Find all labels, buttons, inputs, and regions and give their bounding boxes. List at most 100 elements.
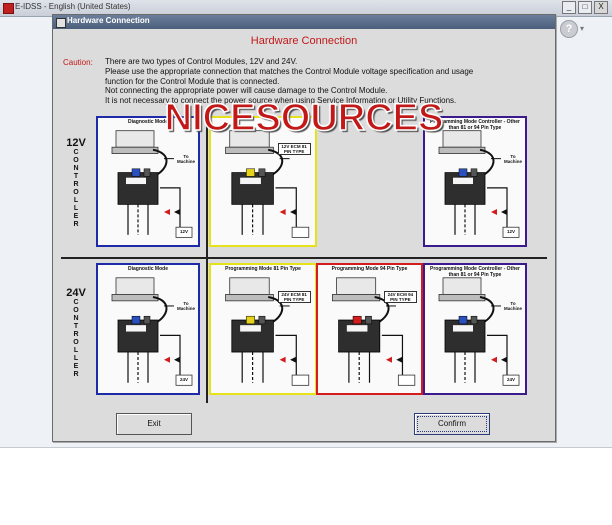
battery-voltage-label: 24V	[506, 377, 515, 382]
interface-box-icon	[338, 319, 381, 353]
connector-plug-icon	[131, 168, 141, 177]
battery-voltage-label: 24V	[179, 377, 188, 382]
caution-line: Please use the appropriate connection th…	[105, 66, 474, 76]
laptop-screen-icon	[115, 277, 155, 295]
caution-line: function for the Control Module that is …	[105, 76, 280, 86]
dialog-icon	[56, 18, 66, 28]
laptop-screen-icon	[336, 277, 377, 295]
connector-plug-icon	[246, 168, 255, 177]
battery-voltage-label: 12V	[179, 229, 188, 235]
exit-button[interactable]: Exit	[116, 413, 192, 435]
controller-vertical-label: CONTROLLER	[73, 299, 79, 378]
interface-box-icon	[444, 319, 486, 353]
confirm-button[interactable]: Confirm	[414, 413, 490, 435]
ecm-type-label: 12V ECM 81 PIN TYPE	[277, 143, 311, 156]
red-clip-icon	[164, 208, 170, 215]
black-clip-icon	[174, 208, 180, 215]
chevron-down-icon[interactable]: ▾	[580, 24, 584, 33]
to-machine-label: To Machine	[176, 153, 195, 164]
red-clip-icon	[279, 356, 286, 363]
connector-plug-icon	[143, 168, 151, 177]
red-clip-icon	[385, 356, 392, 363]
maximize-button[interactable]: □	[578, 1, 592, 14]
laptop-base-icon	[111, 294, 159, 302]
interface-box-icon	[231, 319, 274, 353]
power-cable	[275, 334, 297, 378]
panel-24v-programming-94[interactable]: Programming Mode 94 Pin Type 24V ECM 94 P…	[316, 263, 423, 395]
close-button[interactable]: X	[594, 1, 608, 14]
black-clip-icon	[174, 356, 180, 363]
laptop-base-icon	[225, 294, 274, 302]
power-cable	[381, 334, 404, 378]
ecm-type-label: 24V ECM 81 PIN TYPE	[277, 290, 311, 303]
interface-label-plate	[240, 325, 261, 332]
black-clip-icon	[501, 208, 507, 215]
help-icon[interactable]: ?	[560, 20, 578, 38]
panel-24v-programming-81[interactable]: Programming Mode 81 Pin Type 24V ECM 81 P…	[209, 263, 317, 395]
interface-label-plate	[240, 177, 261, 185]
wiring-diagram	[438, 277, 520, 386]
power-cable	[160, 187, 181, 230]
caution-label: Caution:	[63, 58, 93, 67]
interface-label-plate	[126, 325, 146, 332]
connector-plug-icon	[258, 168, 266, 177]
app-title: E-IDSS - English (United States)	[15, 2, 131, 11]
black-clip-icon	[501, 356, 507, 363]
laptop-base-icon	[438, 294, 486, 302]
app-logo-icon	[3, 3, 14, 14]
connector-plug-icon	[365, 315, 372, 325]
interface-label-plate	[453, 177, 473, 185]
connector-plug-icon	[258, 315, 266, 325]
connector-plug-icon	[470, 315, 478, 325]
battery-icon	[291, 226, 310, 238]
connector-plug-icon	[470, 168, 478, 177]
row-label-12v: 12V CONTROLLER	[63, 137, 89, 229]
laptop-base-icon	[438, 146, 486, 154]
connector-plug-icon	[458, 168, 468, 177]
power-cable	[275, 187, 297, 230]
panel-24v-diagnostic[interactable]: Diagnostic Mode 24V To Machine	[96, 263, 200, 395]
red-clip-icon	[491, 356, 497, 363]
hardware-connection-dialog: Hardware Connection Hardware Connection …	[52, 14, 556, 442]
red-clip-icon	[491, 208, 497, 215]
laptop-base-icon	[111, 146, 159, 154]
wiring-diagram	[332, 277, 416, 386]
connector-plug-icon	[352, 315, 362, 325]
panel-24v-programming-other[interactable]: Programming Mode Controller - Other than…	[423, 263, 527, 395]
grid-horizontal-divider	[61, 257, 547, 259]
connector-plug-icon	[246, 315, 255, 325]
dialog-title: Hardware Connection	[67, 16, 150, 25]
interface-box-icon	[117, 319, 159, 353]
dialog-titlebar: Hardware Connection	[53, 15, 555, 29]
minimize-button[interactable]: _	[562, 1, 576, 14]
interface-label-plate	[453, 325, 473, 332]
to-machine-label: To Machine	[503, 153, 522, 164]
ecm-type-label: 24V ECM 94 PIN TYPE	[383, 290, 417, 303]
connector-plug-icon	[131, 315, 141, 325]
to-machine-label: To Machine	[503, 300, 522, 311]
laptop-screen-icon	[229, 277, 270, 295]
interface-label-plate	[346, 325, 368, 332]
interface-box-icon	[117, 172, 159, 205]
black-clip-icon	[396, 356, 403, 363]
laptop-screen-icon	[442, 277, 482, 295]
black-clip-icon	[290, 208, 297, 215]
caution-line: There are two types of Control Modules, …	[105, 57, 298, 66]
connection-diagram-grid: 12V CONTROLLER 24V CONTROLLER Diagnostic…	[61, 111, 549, 411]
to-machine-label: To Machine	[176, 300, 195, 311]
interface-label-plate	[126, 177, 146, 185]
wiring-diagram	[225, 277, 310, 386]
connector-plug-icon	[143, 315, 151, 325]
red-clip-icon	[164, 356, 170, 363]
caution-line: Not connecting the appropriate power wil…	[105, 86, 388, 96]
wiring-diagram	[111, 277, 193, 386]
power-cable	[160, 334, 181, 378]
dialog-heading: Hardware Connection	[250, 35, 358, 47]
controller-vertical-label: CONTROLLER	[73, 149, 79, 228]
connector-plug-icon	[458, 315, 468, 325]
bottom-divider	[0, 447, 612, 448]
black-clip-icon	[290, 356, 297, 363]
red-clip-icon	[279, 208, 286, 215]
row-label-24v: 24V CONTROLLER	[63, 287, 89, 379]
interface-box-icon	[444, 172, 486, 205]
